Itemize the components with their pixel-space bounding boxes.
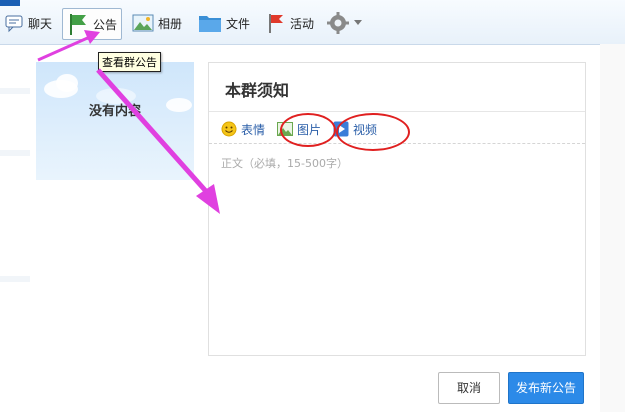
publish-announcement-button[interactable]: 发布新公告 [508, 372, 584, 404]
annotation-arrows [37, 30, 220, 214]
cancel-button[interactable]: 取消 [438, 372, 500, 404]
